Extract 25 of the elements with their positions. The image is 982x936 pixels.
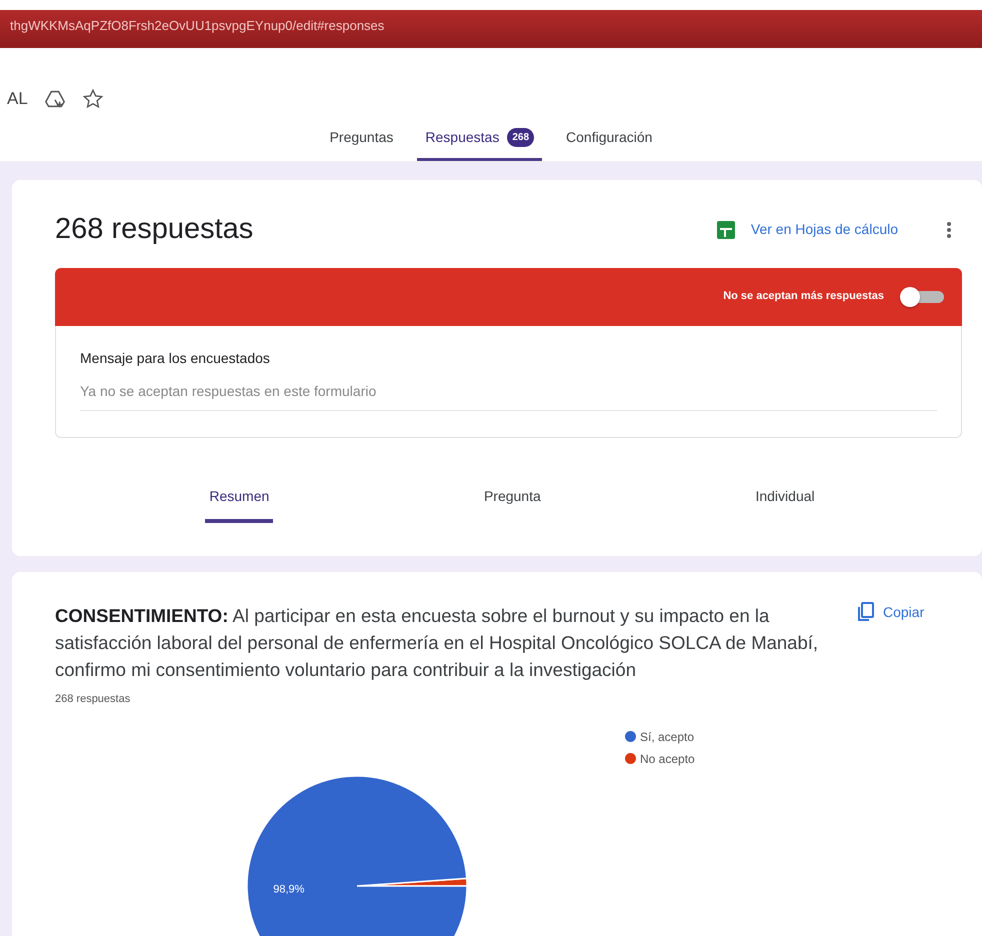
slice-label: 98,9% [273,882,304,895]
count-badge: 268 [507,128,534,147]
nav-tab[interactable]: Configuración [558,127,660,161]
view-tab[interactable]: Individual [751,486,819,522]
more-icon[interactable] [946,220,952,240]
question-text: CONSENTIMIENTO: Al participar en esta encuesta sobre el burnout y su impacto en la satisfacción laboral del personal de enfermería en el Hospital Oncológico SOLCA de Manabí, confirmo mi consentimiento voluntario para contribuir a la investigación [55,604,820,682]
accepting-toggle[interactable] [900,286,946,306]
star-icon[interactable] [82,88,104,110]
drive-add-icon[interactable] [44,88,66,110]
address-bar[interactable]: thgWKKMsAqPZfO8Frsh2eOvUU1psvpgEYnup0/edit#responses [0,10,982,48]
message-label: Mensaje para los encuestados [80,348,271,368]
banner-label: No se aceptan más respuestas [723,289,884,304]
sheets-icon[interactable] [716,220,735,239]
responses-title: 268 respuestas [55,212,254,247]
nav-tab[interactable]: Preguntas [322,127,402,161]
copy-icon [857,602,875,622]
legend-label: Sí, acepto [640,728,694,746]
response-count: 268 respuestas [55,692,132,707]
copy-button[interactable]: Copiar [857,602,924,683]
view-tab[interactable]: Pregunta [480,486,545,522]
legend-label: No acepto [640,750,695,768]
message-field[interactable]: Ya no se aceptan respuestas en este formulario [80,376,937,410]
sheets-link[interactable]: Ver en Hojas de cálculo [750,219,898,240]
view-tab[interactable]: Resumen [205,486,274,522]
document-title: AL [7,88,28,110]
